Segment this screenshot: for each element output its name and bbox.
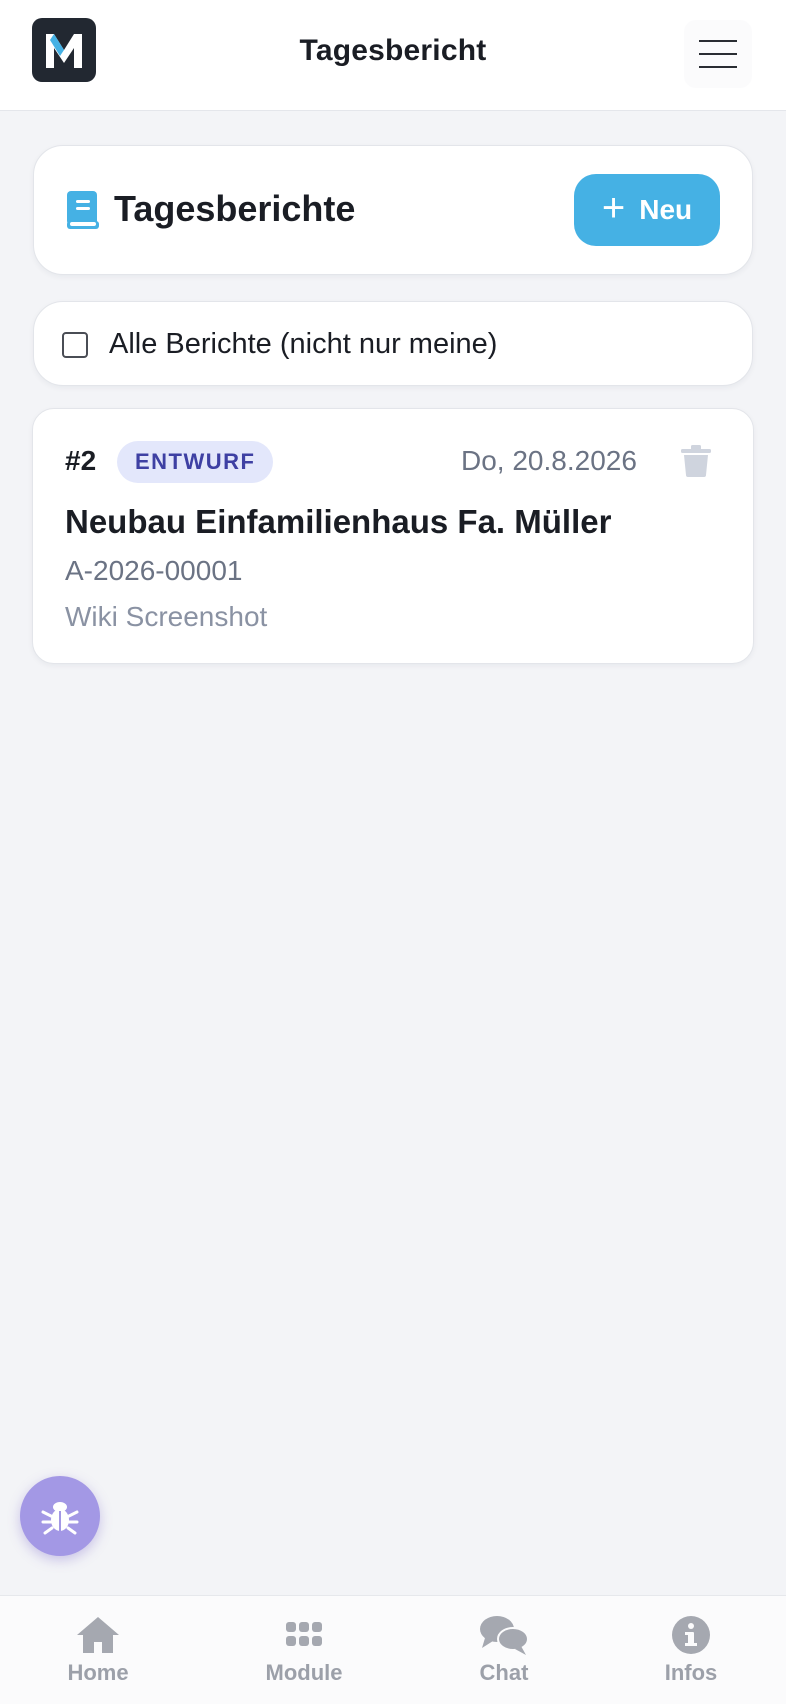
book-icon [67,191,99,229]
filter-card: Alle Berichte (nicht nur meine) [33,301,753,386]
report-subtitle: Wiki Screenshot [65,601,268,632]
nav-infos-label: Infos [664,1660,718,1685]
bug-icon [41,1502,79,1535]
report-card[interactable]: #2 ENTWURF Do, 20.8.2026 Neubau Einfamil… [32,408,754,664]
page-title: Tagesbericht [299,34,487,67]
info-icon [672,1616,710,1654]
all-reports-checkbox[interactable] [62,332,88,358]
top-bar: Tagesbericht [0,0,786,111]
home-icon [77,1617,119,1653]
nav-module[interactable]: Module [239,1596,369,1704]
report-number: #2 [65,445,97,476]
report-project-id: A-2026-00001 [65,555,243,586]
nav-infos[interactable]: Infos [626,1596,756,1704]
section-title: Tagesberichte [114,188,356,229]
menu-line-icon [699,40,737,42]
trash-icon[interactable] [681,445,711,477]
report-date: Do, 20.8.2026 [461,445,637,476]
new-report-button[interactable]: + Neu [574,174,720,246]
chat-icon [480,1616,529,1655]
app-root: Tagesbericht Tagesberichte + Neu Alle Be… [0,0,786,1704]
menu-line-icon [699,53,737,55]
nav-chat[interactable]: Chat [439,1596,569,1704]
nav-home-label: Home [67,1660,129,1685]
status-badge: ENTWURF [117,441,274,483]
nav-chat-label: Chat [479,1660,529,1685]
bug-report-button[interactable] [20,1476,100,1556]
all-reports-label[interactable]: Alle Berichte (nicht nur meine) [109,328,497,361]
plus-icon: + [601,186,626,230]
nav-module-label: Module [265,1660,343,1685]
report-title: Neubau Einfamilienhaus Fa. Müller [65,503,612,540]
bottom-navigation: Home Module Chat Infos [0,1595,786,1704]
menu-line-icon [699,66,737,68]
new-button-label: Neu [639,194,693,225]
section-header-card: Tagesberichte + Neu [33,145,753,275]
grid-icon [286,1622,322,1646]
nav-home[interactable]: Home [33,1596,163,1704]
hamburger-menu-button[interactable] [684,20,752,88]
